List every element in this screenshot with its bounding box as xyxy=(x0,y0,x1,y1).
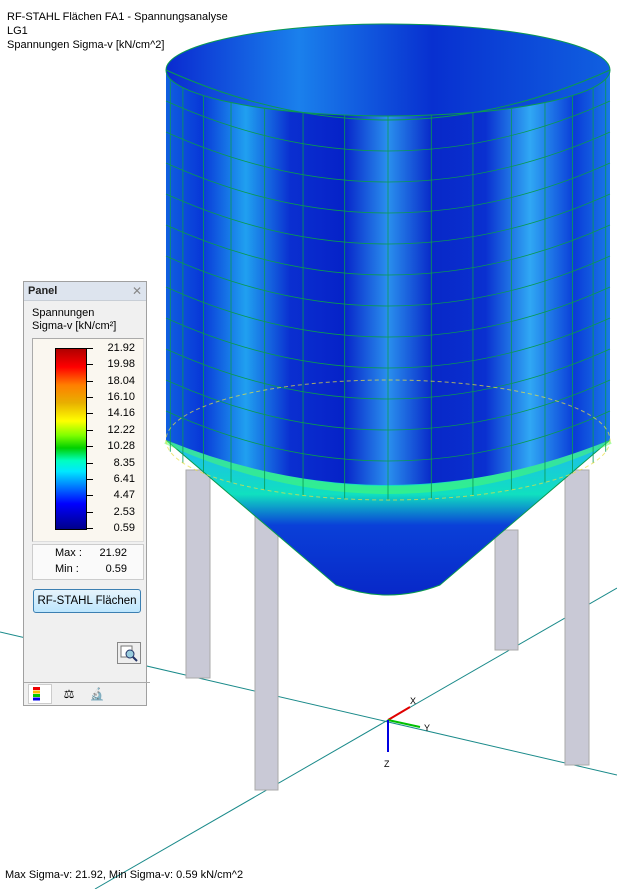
legend-value: 10.28 xyxy=(107,440,135,453)
legend-tick xyxy=(86,446,93,448)
min-value: 0.59 xyxy=(105,563,127,575)
legend-value: 12.22 xyxy=(107,423,135,436)
color-scale-bar xyxy=(55,348,87,530)
legend-tick xyxy=(86,429,93,431)
legend-tick xyxy=(86,478,93,480)
panel-titlebar[interactable]: Panel ✕ xyxy=(24,282,146,301)
panel-title: Panel xyxy=(28,285,58,297)
legend-tick xyxy=(86,413,93,415)
min-label: Min : xyxy=(55,563,79,575)
legend-caption-line1: Spannungen xyxy=(32,307,95,319)
header-loadcase: LG1 xyxy=(7,25,28,37)
legend-caption: Spannungen Sigma-v [kN/cm²] xyxy=(24,301,146,333)
rf-stahl-button[interactable]: RF-STAHL Flächen xyxy=(33,589,141,613)
result-header: RF-STAHL Flächen FA1 - Spannungsanalyse … xyxy=(7,10,228,52)
max-label: Max : xyxy=(55,547,82,559)
axis-y-label: Y xyxy=(424,723,430,733)
legend-tick xyxy=(86,397,93,399)
legend-caption-line2: Sigma-v [kN/cm²] xyxy=(32,320,117,332)
max-value: 21.92 xyxy=(99,547,127,559)
legend-value: 4.47 xyxy=(113,489,135,502)
legend-tick xyxy=(86,528,93,529)
axis-z-label: Z xyxy=(384,759,390,769)
legend-tick xyxy=(86,380,93,382)
color-scale-icon[interactable] xyxy=(28,684,52,704)
header-result-type: Spannungen Sigma-v [kN/cm^2] xyxy=(7,39,165,51)
legend-tick xyxy=(86,348,93,349)
legend-value: 21.92 xyxy=(107,342,135,354)
legend-value: 8.35 xyxy=(113,456,135,469)
legend-value: 19.98 xyxy=(107,358,135,371)
zoom-magnifier-button[interactable] xyxy=(117,642,141,664)
panel-tabs: ⚖ 🔬 xyxy=(24,682,150,705)
legend-value: 6.41 xyxy=(113,472,135,485)
balance-icon[interactable]: ⚖ xyxy=(58,685,80,703)
legend-value: 16.10 xyxy=(107,391,135,404)
color-legend: 21.92 19.98 18.04 16.10 14.16 12.22 10.28 8.35 6… xyxy=(32,338,144,542)
close-icon[interactable]: ✕ xyxy=(132,284,142,298)
legend-tick xyxy=(86,495,93,497)
silo-model xyxy=(164,23,612,596)
axis-x-label: X xyxy=(410,696,416,706)
coordinate-axes: X Y Z xyxy=(384,696,430,769)
legend-value: 18.04 xyxy=(107,374,135,387)
status-footer: Max Sigma-v: 21.92, Min Sigma-v: 0.59 kN… xyxy=(5,869,244,881)
legend-tick xyxy=(86,462,93,464)
microscope-icon[interactable]: 🔬 xyxy=(86,685,108,703)
header-title: RF-STAHL Flächen FA1 - Spannungsanalyse xyxy=(7,11,228,23)
legend-tick xyxy=(86,364,93,366)
legend-value: 0.59 xyxy=(113,522,135,534)
legend-value: 2.53 xyxy=(113,505,135,518)
panel[interactable]: Panel ✕ Spannungen Sigma-v [kN/cm²] 21.9… xyxy=(23,281,150,706)
legend-tick xyxy=(86,511,93,513)
max-min-box: Max : 21.92 Min : 0.59 xyxy=(32,544,144,580)
legend-value: 14.16 xyxy=(107,407,135,420)
